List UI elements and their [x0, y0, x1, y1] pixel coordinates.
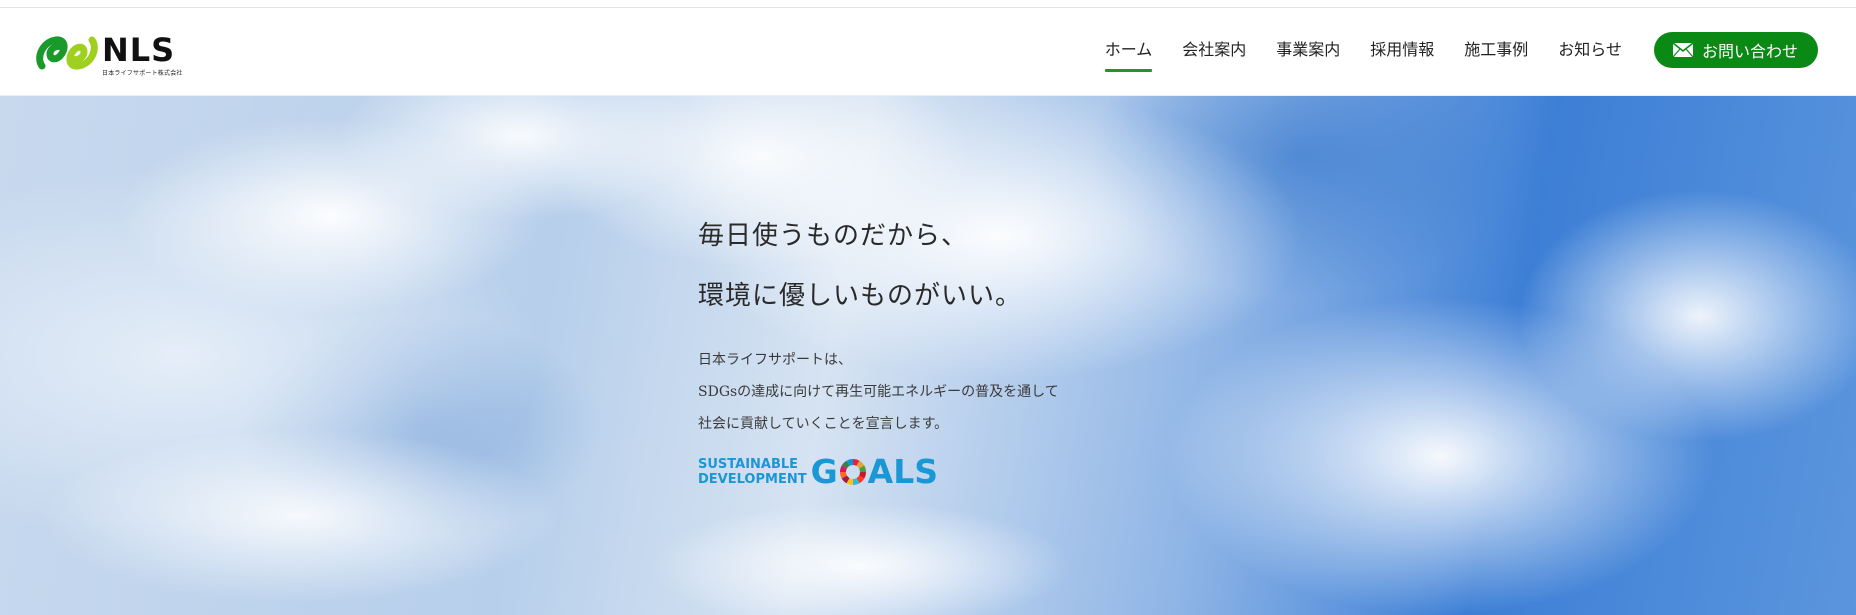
sdgs-logo: SUSTAINABLE DEVELOPMENT G ALS: [698, 454, 938, 490]
main-nav: ホーム 会社案内 事業案内 採用情報 施工事例 お知らせ お問い合わせ: [1104, 30, 1818, 72]
sdgs-logo-small: SUSTAINABLE DEVELOPMENT: [698, 457, 807, 487]
nav-news[interactable]: お知らせ: [1558, 30, 1622, 70]
sdgs-line-2: DEVELOPMENT: [698, 472, 807, 487]
hero-copy: 毎日使うものだから、 環境に優しいものがいい。 日本ライフサポートは、 SDGs…: [698, 206, 1258, 440]
headline-line-1: 毎日使うものだから、: [698, 221, 969, 251]
nav-home[interactable]: ホーム: [1104, 30, 1152, 72]
contact-button[interactable]: お問い合わせ: [1653, 32, 1818, 68]
lead-line-3: 社会に貢献していくことを宣言します。: [698, 416, 949, 432]
headline-line-2: 環境に優しいものがいい。: [698, 281, 1023, 311]
logo-company-name: 日本ライフサポート株式会社: [102, 70, 183, 77]
sdgs-wheel-icon: [839, 458, 866, 486]
logo-text: NLS: [102, 31, 176, 69]
mail-icon: [1672, 42, 1694, 58]
sdgs-goals-g: G: [810, 452, 838, 491]
nav-works[interactable]: 施工事例: [1464, 30, 1528, 70]
lead-line-2: SDGsの達成に向けて再生可能エネルギーの普及を通して: [698, 384, 1059, 400]
nav-recruit[interactable]: 採用情報: [1370, 30, 1434, 70]
lead-text: 日本ライフサポートは、 SDGsの達成に向けて再生可能エネルギーの普及を通して …: [698, 344, 1258, 440]
nls-logo[interactable]: NLS 日本ライフサポート株式会社: [36, 32, 186, 80]
nls-logo-icon: [36, 36, 98, 70]
nav-business[interactable]: 事業案内: [1276, 30, 1340, 70]
top-border: [0, 0, 1856, 8]
sdgs-line-1: SUSTAINABLE: [698, 457, 799, 472]
nav-company[interactable]: 会社案内: [1182, 30, 1246, 70]
hero-section: 毎日使うものだから、 環境に優しいものがいい。 日本ライフサポートは、 SDGs…: [0, 96, 1856, 615]
site-header: NLS 日本ライフサポート株式会社 ホーム 会社案内 事業案内 採用情報 施工事…: [0, 8, 1856, 96]
lead-line-1: 日本ライフサポートは、: [698, 352, 852, 368]
sdgs-goals-word: G ALS: [811, 454, 938, 490]
sdgs-goals-als: ALS: [867, 452, 939, 491]
contact-button-label: お問い合わせ: [1701, 42, 1798, 61]
